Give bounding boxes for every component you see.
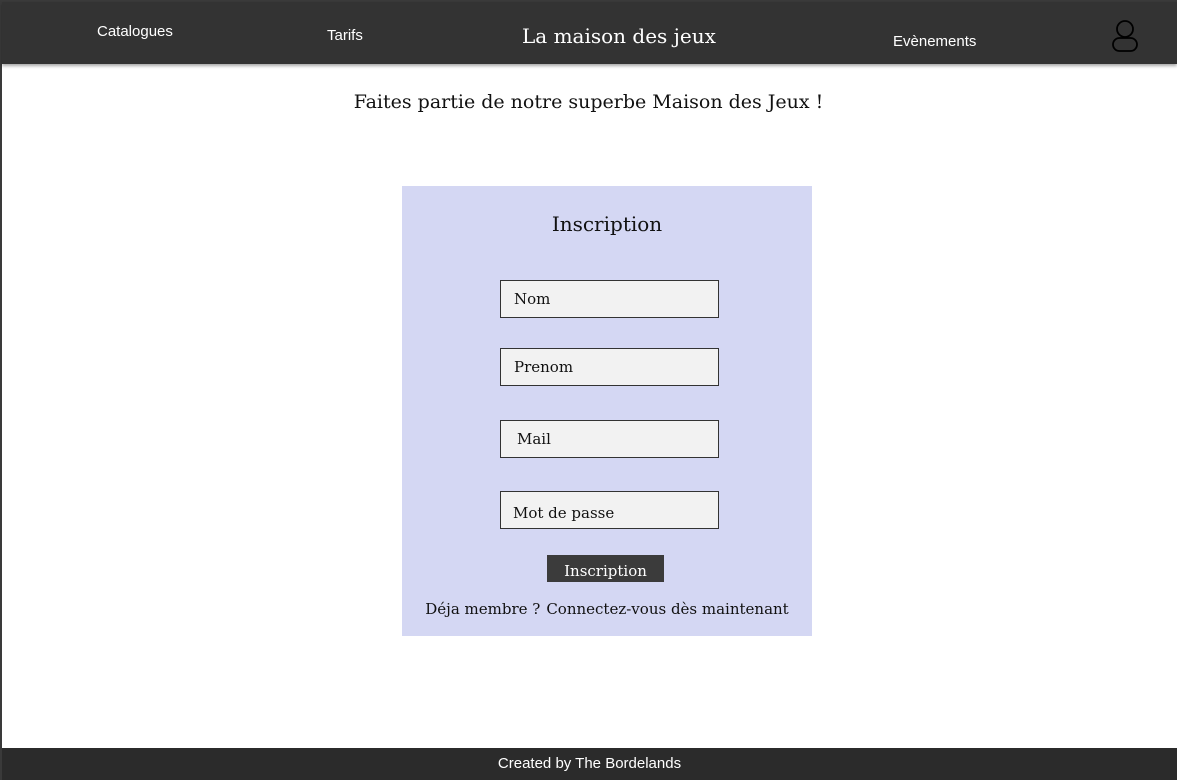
- signup-form-card: Inscription Inscription Déja membre ? Con…: [402, 186, 812, 636]
- top-navbar: Catalogues Tarifs La maison des jeux Evè…: [2, 2, 1177, 64]
- page-footer: Created by The Bordelands: [2, 748, 1177, 780]
- signup-submit-button[interactable]: Inscription: [547, 555, 664, 582]
- nav-tarifs-link[interactable]: Tarifs: [327, 27, 363, 44]
- page-tagline: Faites partie de notre superbe Maison de…: [353, 91, 824, 113]
- mail-input[interactable]: [500, 420, 719, 458]
- already-member-text: Déja membre ?: [425, 600, 541, 618]
- footer-credit: Created by The Bordelands: [497, 755, 682, 772]
- site-title: La maison des jeux: [522, 24, 716, 48]
- password-input[interactable]: [500, 491, 719, 529]
- user-icon[interactable]: [1108, 18, 1142, 56]
- login-prompt: Déja membre ? Connectez-vous dès maintena…: [402, 600, 812, 618]
- nav-evenements-link[interactable]: Evènements: [893, 33, 976, 50]
- prenom-input[interactable]: [500, 348, 719, 386]
- nav-catalogues-link[interactable]: Catalogues: [97, 23, 173, 40]
- login-link[interactable]: Connectez-vous dès maintenant: [546, 600, 788, 618]
- signup-form-title: Inscription: [551, 212, 663, 236]
- nom-input[interactable]: [500, 280, 719, 318]
